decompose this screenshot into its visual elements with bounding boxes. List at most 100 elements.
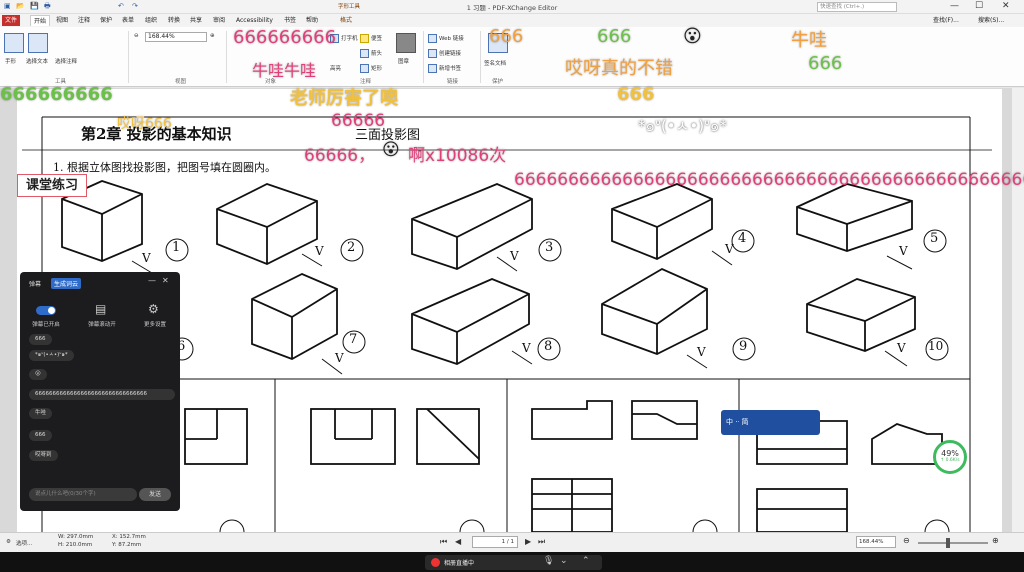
zoom-level-select[interactable]: 168.44% — [856, 536, 896, 548]
ribbon-separator — [423, 31, 424, 83]
tab-bookmark[interactable]: 书签 — [281, 15, 299, 26]
zoom-select[interactable]: 168.44% — [145, 32, 207, 42]
solid-figures — [61, 180, 916, 365]
tab-file[interactable]: 文件 — [2, 15, 21, 26]
figure-number: 9 — [739, 339, 748, 354]
panel-message: 666 — [29, 334, 52, 345]
close-button[interactable]: ✕ — [1002, 1, 1010, 11]
find-button[interactable]: 查找(F)... — [930, 15, 962, 26]
hand-tool-label: 手形 — [5, 59, 17, 65]
tab-format[interactable]: 格式 — [337, 15, 355, 26]
maximize-button[interactable]: ☐ — [975, 1, 983, 11]
web-link-button[interactable]: Web 链接 — [428, 34, 464, 43]
tab-accessibility[interactable]: Accessibility — [233, 15, 276, 26]
zoom-in-icon[interactable]: ⊕ — [210, 33, 215, 39]
send-button[interactable]: 发送 — [139, 488, 171, 501]
zoom-out-icon[interactable]: ⊖ — [903, 536, 910, 545]
danmaku-emoji: 😮 — [382, 140, 400, 160]
upload-speed: ↑ 0.6K/s — [940, 458, 960, 463]
last-page-icon[interactable]: ⏭ — [538, 537, 545, 547]
prev-page-icon[interactable]: ◀ — [455, 537, 461, 546]
panel-message: 😮 — [29, 369, 47, 380]
highlight-button[interactable]: 高亮 — [330, 64, 341, 72]
expand-icon[interactable]: ⌃ — [582, 556, 590, 566]
figure-number: 4 — [738, 231, 747, 246]
live-status: 相册直播中 — [444, 560, 475, 567]
rectangle-button[interactable]: 矩形 — [360, 64, 382, 73]
stamp-icon[interactable] — [396, 33, 416, 53]
tab-danmaku[interactable]: 弹幕 — [26, 278, 44, 289]
tab-word-cloud[interactable]: 生成词云 — [51, 278, 82, 289]
danmaku-comment: 666 — [617, 84, 655, 105]
new-bookmark-button[interactable]: 新增书签 — [428, 64, 461, 73]
v-label: V — [897, 341, 906, 355]
page-number-input[interactable]: 1 / 1 — [472, 536, 518, 548]
figure-number: 10 — [928, 339, 944, 353]
tab-protect[interactable]: 保护 — [97, 15, 115, 26]
lesson-label: 课堂练习 — [17, 174, 87, 197]
v-label: V — [510, 249, 519, 263]
vertical-scrollbar[interactable] — [1012, 88, 1024, 532]
v-label: V — [725, 242, 734, 256]
note-icon — [360, 34, 369, 43]
tab-review[interactable]: 审阅 — [210, 15, 228, 26]
figure-number: 2 — [347, 240, 356, 255]
settings-label: 更多设置 — [143, 322, 166, 328]
danmaku-comment: 666 — [808, 53, 843, 74]
page-width: W: 297.0mm — [58, 534, 94, 540]
figure-number: 7 — [349, 332, 358, 347]
tab-comment[interactable]: 注释 — [75, 15, 93, 26]
first-page-icon[interactable]: ⏮ — [440, 537, 447, 547]
danmaku-toggle[interactable] — [36, 306, 56, 315]
search-button[interactable]: 搜索(S)... — [975, 15, 1007, 26]
select-text-icon[interactable] — [28, 33, 48, 53]
microphone-icon[interactable]: 🎙 — [543, 556, 554, 566]
view-group-label: 视图 — [175, 79, 187, 85]
v-label: V — [522, 341, 531, 355]
tab-share[interactable]: 共享 — [187, 15, 205, 26]
tab-organize[interactable]: 组织 — [142, 15, 160, 26]
stamp-label: 图章 — [398, 59, 410, 65]
options-button[interactable]: 选项... — [16, 539, 32, 547]
hand-icon[interactable] — [4, 33, 24, 53]
danmaku-input[interactable]: 说点儿什么吧(0/30个字) — [29, 488, 137, 501]
scroll-icon[interactable]: ▤ — [95, 302, 106, 316]
protect-group-label: 保护 — [492, 79, 504, 85]
v-label: V — [335, 351, 344, 365]
tab-home[interactable]: 开始 — [30, 15, 51, 26]
settings-icon[interactable]: ⚙ — [148, 302, 159, 316]
zoom-slider[interactable] — [918, 542, 988, 544]
tab-view[interactable]: 视图 — [53, 15, 71, 26]
globe-icon — [428, 34, 437, 43]
zoom-slider-thumb[interactable] — [946, 538, 950, 548]
danmaku-comment: 666666666 — [233, 27, 337, 48]
link-icon — [428, 49, 437, 58]
tab-convert[interactable]: 转换 — [165, 15, 183, 26]
danmaku-emoji: 😮 — [683, 26, 702, 47]
minimize-panel-button[interactable]: — — [148, 276, 156, 285]
bookmark-icon — [428, 64, 437, 73]
settings-icon[interactable]: ⚙ — [6, 539, 11, 545]
ribbon-separator — [226, 31, 227, 83]
zoom-out-icon[interactable]: ⊖ — [134, 33, 139, 39]
note-button[interactable]: 便签 — [360, 34, 382, 43]
danmaku-comment: 老师厉害了噢 — [290, 88, 398, 109]
figure-number: 5 — [930, 231, 939, 246]
close-panel-button[interactable]: ✕ — [162, 276, 169, 285]
cursor-x: X: 152.7mm — [112, 534, 146, 540]
arrow-button[interactable]: 箭头 — [360, 49, 382, 58]
minimize-button[interactable]: — — [950, 1, 959, 11]
tab-form[interactable]: 表单 — [119, 15, 137, 26]
tab-help[interactable]: 帮助 — [303, 15, 321, 26]
danmaku-comment: 牛哇 — [791, 30, 827, 51]
chevron-down-icon[interactable]: ⌄ — [560, 556, 568, 566]
page-height: H: 210.0mm — [58, 542, 93, 548]
v-label: V — [142, 251, 151, 265]
select-comment-label: 选择注释 — [55, 59, 78, 65]
next-page-icon[interactable]: ▶ — [525, 537, 531, 546]
create-link-button[interactable]: 创建链接 — [428, 49, 461, 58]
quick-search-input[interactable]: 快速查找 (Ctrl+.) — [817, 2, 897, 12]
floating-toolbar[interactable]: 中 ·ᐧ 简 — [721, 410, 820, 435]
v-label: V — [899, 244, 908, 258]
zoom-in-icon[interactable]: ⊕ — [992, 536, 999, 545]
